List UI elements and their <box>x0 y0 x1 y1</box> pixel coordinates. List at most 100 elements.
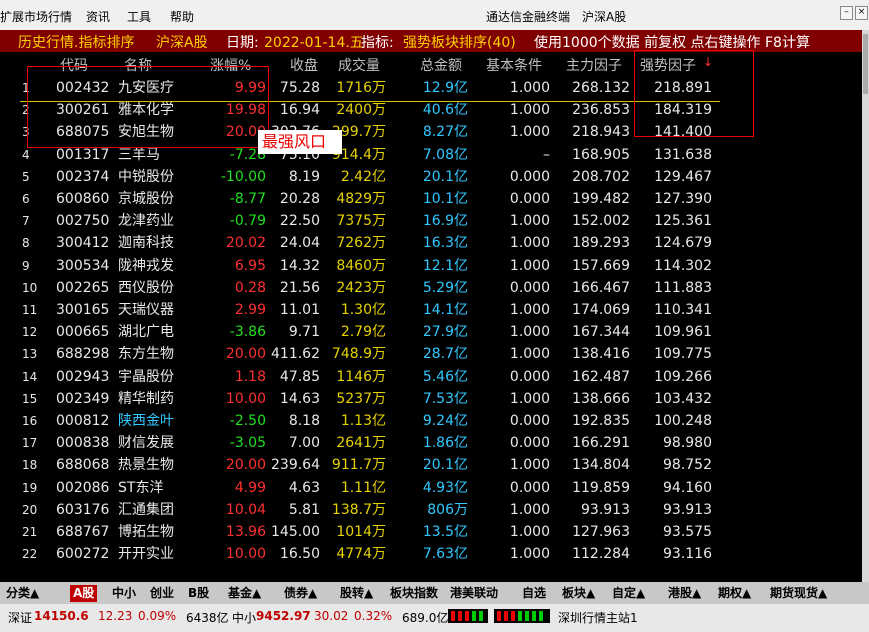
cell-main: 236.853 <box>572 102 630 119</box>
cell-strong: 111.883 <box>654 279 712 296</box>
cell-amt: 16.9亿 <box>422 213 468 230</box>
cell-main: 162.487 <box>572 368 630 385</box>
tab-15[interactable]: 期货现货▲ <box>770 585 827 602</box>
cell-amt: 20.1亿 <box>422 168 468 185</box>
cell-close: 5.81 <box>288 501 320 518</box>
cell-no: 10 <box>22 280 38 295</box>
tab-6[interactable]: 债券▲ <box>284 585 317 602</box>
cell-close: 8.18 <box>288 413 320 429</box>
tab-10[interactable]: 自选 <box>522 585 546 602</box>
market-breadth-meter-1 <box>448 609 488 623</box>
cell-close: 14.63 <box>279 390 320 407</box>
zx-index-label: 中小 <box>232 611 257 625</box>
cell-strong: 124.679 <box>654 235 712 252</box>
cell-strong: 127.390 <box>654 191 712 207</box>
tab-9[interactable]: 港美联动 <box>450 585 498 602</box>
tab-11[interactable]: 板块▲ <box>562 585 595 602</box>
cell-code: 300534 <box>56 257 110 274</box>
vertical-scrollbar[interactable] <box>862 30 869 582</box>
cell-base: 1.000 <box>509 302 550 318</box>
cell-chg: 10.00 <box>225 546 266 563</box>
cell-base: 1.000 <box>509 257 550 274</box>
indicator-name: 强势板块排序(40) <box>403 35 516 51</box>
tab-8[interactable]: 板块指数 <box>390 585 438 602</box>
column-header-main-factor[interactable]: 主力因子 <box>566 55 628 75</box>
tab-12[interactable]: 自定▲ <box>612 585 645 602</box>
cell-strong: 109.266 <box>654 368 712 385</box>
current-market: 沪深A股 <box>582 10 627 24</box>
cell-base: 0.000 <box>509 168 550 185</box>
minimize-icon: – <box>844 7 849 17</box>
cell-main: 192.835 <box>572 413 630 429</box>
cell-amt: 28.7亿 <box>422 346 468 363</box>
cell-vol: 138.7万 <box>331 501 386 518</box>
cell-main: 127.963 <box>572 524 630 540</box>
cell-no: 16 <box>22 414 38 428</box>
cell-vol: 2423万 <box>336 279 386 296</box>
cell-main: 157.669 <box>572 257 630 274</box>
market-tab-bar: 分类▲ A股 中小 创业 B股 基金▲ 债券▲ 股转▲ 板块指数 港美联动 自选 板块▲ 自定▲ 港股▲ 期… <box>0 582 869 604</box>
scrollbar-thumb[interactable] <box>863 34 868 94</box>
sz-index-change: 12.23 <box>98 609 133 623</box>
server-station[interactable]: 深圳行情主站1 <box>558 609 638 626</box>
close-button[interactable]: × <box>855 6 868 20</box>
tab-0[interactable]: 分类▲ <box>6 585 39 602</box>
tab-13[interactable]: 港股▲ <box>668 585 701 602</box>
cell-code: 000838 <box>56 435 110 452</box>
tab-5[interactable]: 基金▲ <box>228 585 261 602</box>
menu-item-extended-market[interactable]: 扩展市场行情 <box>0 8 72 25</box>
cell-vol: 1.11亿 <box>340 479 386 496</box>
menu-item-help[interactable]: 帮助 <box>170 8 194 25</box>
column-header-amount[interactable]: 总金额 <box>420 55 468 75</box>
cell-no: 13 <box>22 347 38 362</box>
tab-4[interactable]: B股 <box>188 585 209 602</box>
cell-vol: 2641万 <box>336 435 386 452</box>
tab-3[interactable]: 创业 <box>150 585 174 602</box>
cell-chg: 20.00 <box>225 346 266 363</box>
cell-strong: 109.961 <box>654 324 712 341</box>
cell-no: 8 <box>22 236 30 251</box>
sz-index-amount: 6438亿 <box>186 611 229 625</box>
title-market: 沪深A股 <box>156 35 208 51</box>
cell-base: 1.000 <box>509 346 550 363</box>
cell-name: 中锐股份 <box>118 168 174 185</box>
cell-name: 京城股份 <box>118 191 174 207</box>
cell-vol: 2400万 <box>336 102 386 119</box>
zx-index-percent: 0.32% <box>354 609 393 623</box>
cell-base: 0.000 <box>509 479 550 496</box>
cell-no: 12 <box>22 325 38 340</box>
tab-1[interactable]: A股 <box>70 585 98 602</box>
cell-no: 20 <box>22 502 38 517</box>
column-header-volume[interactable]: 成交量 <box>338 55 390 75</box>
column-header-close[interactable]: 收盘 <box>282 55 318 75</box>
cell-close: 47.85 <box>279 368 320 385</box>
minimize-button[interactable]: – <box>840 6 853 20</box>
cell-code: 688298 <box>56 346 110 363</box>
cell-name: 迦南科技 <box>118 235 174 252</box>
tab-2[interactable]: 中小 <box>112 585 136 602</box>
cell-vol: 7375万 <box>336 213 386 230</box>
section-title: 历史行情.指标排序 <box>18 35 135 51</box>
cell-no: 22 <box>22 547 38 562</box>
cell-amt: 806万 <box>427 501 468 518</box>
tab-7[interactable]: 股转▲ <box>340 585 373 602</box>
cell-name: 东方生物 <box>118 346 174 363</box>
cell-base: 1.000 <box>509 102 550 119</box>
cell-amt: 10.1亿 <box>422 191 468 207</box>
cell-name: 汇通集团 <box>118 501 174 518</box>
cell-name: 热景生物 <box>118 457 174 474</box>
cell-vol: 1014万 <box>336 524 386 540</box>
column-header-base-condition[interactable]: 基本条件 <box>486 55 552 75</box>
app-window: 扩展市场行情 资讯 工具 帮助 通达信金融终端 沪深A股 – × 历史行情.指标… <box>0 0 869 632</box>
cell-main: 268.132 <box>572 80 630 96</box>
cell-chg: 0.28 <box>234 279 266 296</box>
tab-14[interactable]: 期权▲ <box>718 585 751 602</box>
cell-name: 陕西金叶 <box>118 413 174 429</box>
menu-item-tools[interactable]: 工具 <box>127 8 151 25</box>
cell-strong: 98.980 <box>663 435 712 452</box>
cell-vol: 5237万 <box>336 390 386 407</box>
cell-name: 天瑞仪器 <box>118 302 174 318</box>
menu-item-news[interactable]: 资讯 <box>86 8 110 25</box>
cell-close: 145.00 <box>271 524 320 540</box>
cell-main: 189.293 <box>572 235 630 252</box>
